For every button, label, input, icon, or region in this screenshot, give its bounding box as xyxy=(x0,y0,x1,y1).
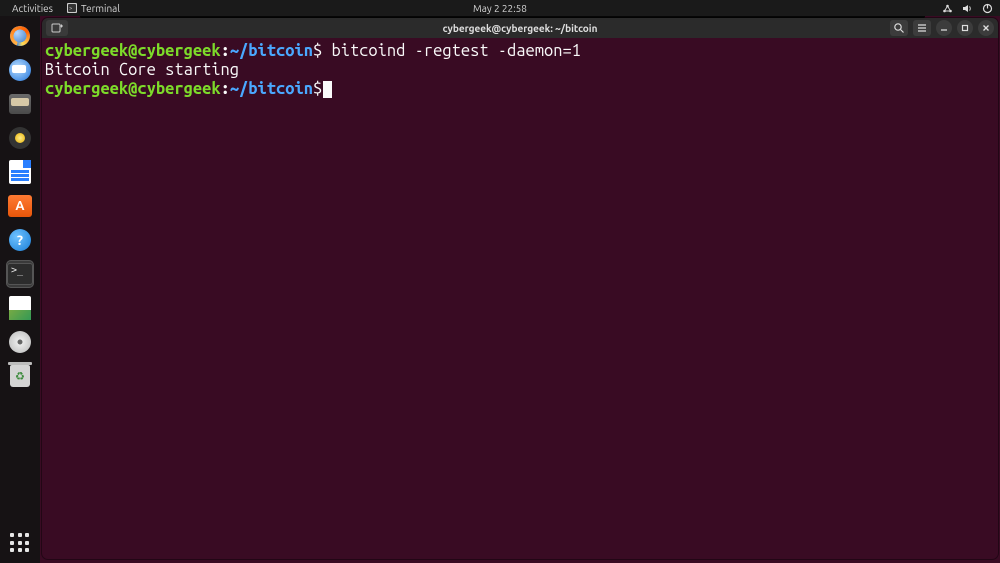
ubuntu-dock: ? xyxy=(0,16,40,563)
text-editor-icon[interactable] xyxy=(6,294,34,322)
prompt-user-host: cybergeek@cybergeek xyxy=(45,80,221,98)
prompt-symbol: $ xyxy=(313,80,322,98)
prompt-user-host: cybergeek@cybergeek xyxy=(45,42,221,60)
network-icon[interactable] xyxy=(942,3,952,13)
thunderbird-icon[interactable] xyxy=(6,56,34,84)
terminal-header-bar: cybergeek@cybergeek: ~/bitcoin xyxy=(42,18,998,38)
text-cursor xyxy=(323,81,332,98)
terminal-window: cybergeek@cybergeek: ~/bitcoin cybergeek… xyxy=(42,18,998,559)
trash-icon[interactable] xyxy=(6,362,34,390)
disk-icon[interactable] xyxy=(6,328,34,356)
prompt-path: ~/bitcoin xyxy=(230,42,313,60)
help-icon[interactable]: ? xyxy=(6,226,34,254)
volume-icon[interactable] xyxy=(962,3,972,13)
power-icon[interactable] xyxy=(982,3,992,13)
terminal-output-area[interactable]: cybergeek@cybergeek:~/bitcoin$ bitcoind … xyxy=(42,38,998,559)
rhythmbox-icon[interactable] xyxy=(6,124,34,152)
terminal-small-icon: > xyxy=(67,3,77,13)
clock[interactable]: May 2 22:58 xyxy=(473,3,527,14)
current-app-menu[interactable]: > Terminal xyxy=(67,3,120,14)
prompt-path: ~/bitcoin xyxy=(230,80,313,98)
new-tab-button[interactable] xyxy=(46,20,68,36)
minimize-button[interactable] xyxy=(936,20,952,36)
terminal-title: cybergeek@cybergeek: ~/bitcoin xyxy=(443,23,598,34)
close-button[interactable] xyxy=(978,20,994,36)
files-icon[interactable] xyxy=(6,90,34,118)
command-entered: bitcoind -regtest -daemon=1 xyxy=(322,42,581,60)
terminal-icon[interactable] xyxy=(6,260,34,288)
activities-button[interactable]: Activities xyxy=(8,3,57,14)
ubuntu-software-icon[interactable] xyxy=(6,192,34,220)
hamburger-menu-button[interactable] xyxy=(913,20,931,36)
prompt-symbol: $ xyxy=(313,42,322,60)
prompt-separator: : xyxy=(221,42,230,60)
firefox-icon[interactable] xyxy=(6,22,34,50)
show-applications-button[interactable] xyxy=(6,529,34,557)
gnome-top-bar: Activities > Terminal May 2 22:58 xyxy=(0,0,1000,16)
maximize-button[interactable] xyxy=(957,20,973,36)
current-app-label: Terminal xyxy=(81,3,120,14)
libreoffice-writer-icon[interactable] xyxy=(6,158,34,186)
prompt-separator: : xyxy=(221,80,230,98)
search-button[interactable] xyxy=(890,20,908,36)
command-output: Bitcoin Core starting xyxy=(45,61,239,79)
